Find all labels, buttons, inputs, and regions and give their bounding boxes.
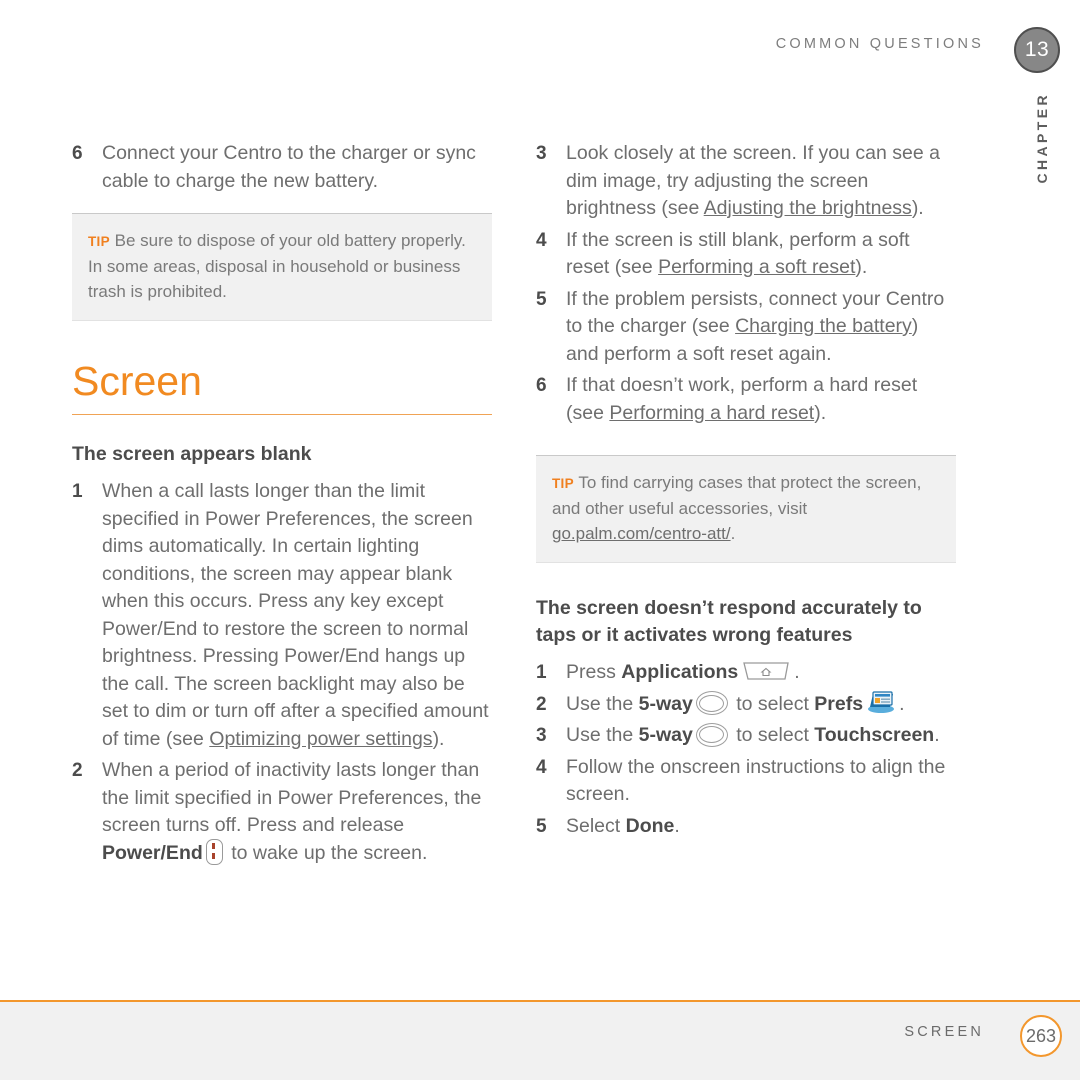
step-number: 2 [72, 760, 83, 781]
list-item: 5 If the problem persists, connect your … [536, 286, 956, 369]
step-text: Press Applications. [566, 659, 956, 687]
prefs-app-icon [866, 690, 896, 714]
app-name-label: Prefs [814, 692, 864, 715]
step-number: 5 [536, 815, 547, 837]
cross-reference-link[interactable]: Charging the battery [735, 315, 912, 337]
subheading: The screen appears blank [72, 443, 312, 465]
list-item: 4 If the screen is still blank, perform … [536, 227, 956, 282]
step-text-part3: . [899, 692, 905, 715]
step-number: 6 [536, 375, 547, 396]
step-text: If the screen is still blank, perform a … [566, 227, 956, 282]
step-text-part1: When a call lasts longer than the limit … [102, 480, 489, 750]
step-text: Select Done. [566, 813, 956, 841]
step-text-part2: to wake up the screen. [225, 841, 428, 864]
list-item: 1 Press Applications. [536, 659, 956, 687]
list-item: 6 If that doesn’t work, perform a hard r… [536, 372, 956, 427]
step-number: 4 [536, 756, 547, 778]
list-item: 2 Use the 5-way to select Prefs. [536, 691, 956, 719]
step-text: When a call lasts longer than the limit … [102, 478, 492, 753]
step-text: If that doesn’t work, perform a hard res… [566, 372, 956, 427]
tip-text-part1: To find carrying cases that protect the … [552, 473, 922, 518]
five-way-nav-icon [695, 691, 728, 716]
step-text-part2: ). [855, 256, 868, 278]
step-number: 3 [536, 725, 547, 746]
footer-section-title: SCREEN [904, 1024, 984, 1040]
step-number: 5 [536, 288, 547, 310]
section-heading: Screen [72, 361, 492, 415]
step-text: Use the 5-way to select Prefs. [566, 691, 956, 719]
list-item: 1 When a call lasts longer than the limi… [72, 478, 492, 753]
list-item: 3 Use the 5-way to select Touchscreen. [536, 722, 956, 750]
step-number: 4 [536, 229, 547, 251]
right-steps-top-list: 3 Look closely at the screen. If you can… [536, 140, 956, 427]
cross-reference-link[interactable]: Adjusting the brightness [704, 197, 912, 219]
subheading: The screen doesn’t respond accurately to… [536, 597, 922, 646]
step-text-part1: Use the [566, 692, 639, 715]
tip-label: TIP [88, 234, 110, 249]
step-number: 3 [536, 143, 547, 164]
step-number: 1 [72, 481, 83, 502]
button-name-label: Done [625, 814, 675, 837]
right-column: 3 Look closely at the screen. If you can… [536, 140, 956, 871]
step-number: 6 [72, 143, 83, 164]
step-text-part3: . [934, 724, 940, 746]
step-text-part1: Press [566, 661, 622, 683]
power-end-key-icon [205, 839, 223, 866]
key-name-label: 5-way [638, 724, 693, 746]
page-footer: SCREEN 263 [0, 1000, 1080, 1080]
key-name-label: 5-way [638, 692, 693, 715]
step-text-part1: When a period of inactivity lasts longer… [102, 759, 482, 836]
chapter-number-badge: 13 [1014, 27, 1060, 73]
tip-text: Be sure to dispose of your old battery p… [88, 231, 466, 301]
step-text: When a period of inactivity lasts longer… [102, 757, 492, 867]
list-item: 4 Follow the onscreen instructions to al… [536, 754, 956, 809]
step-number: 1 [536, 662, 547, 683]
tip-text-part2: . [730, 524, 736, 543]
five-way-nav-icon [695, 722, 728, 747]
applications-key-icon [742, 660, 790, 682]
setting-name-label: Touchscreen [814, 724, 935, 746]
cross-reference-link[interactable]: Performing a hard reset [609, 402, 814, 424]
left-steps-list: 1 When a call lasts longer than the limi… [72, 478, 492, 867]
cross-reference-link[interactable]: Performing a soft reset [658, 256, 855, 278]
tip-box: TIP To find carrying cases that protect … [536, 455, 956, 563]
step-text: Connect your Centro to the charger or sy… [102, 142, 476, 192]
step-text: Look closely at the screen. If you can s… [566, 140, 956, 223]
step-text-part2: . [674, 814, 680, 837]
step-text: Use the 5-way to select Touchscreen. [566, 722, 956, 750]
running-head-title: COMMON QUESTIONS [775, 36, 984, 52]
list-item: 6 Connect your Centro to the charger or … [72, 140, 492, 195]
step-text: Follow the onscreen instructions to alig… [566, 755, 946, 806]
step-text: If the problem persists, connect your Ce… [566, 286, 956, 369]
step-text-part2: ). [432, 727, 445, 750]
cross-reference-link[interactable]: Optimizing power settings [209, 728, 432, 750]
chapter-label-vertical: CHAPTER [1034, 92, 1050, 184]
external-url-link[interactable]: go.palm.com/centro-att/ [552, 524, 731, 543]
list-item: 2 When a period of inactivity lasts long… [72, 757, 492, 867]
right-steps-bottom-list: 1 Press Applications. 2 Use the 5-way to… [536, 659, 956, 840]
tip-box: TIP Be sure to dispose of your old batte… [72, 213, 492, 321]
list-item: 3 Look closely at the screen. If you can… [536, 140, 956, 223]
page-header: COMMON QUESTIONS 13 CHAPTER [0, 0, 1080, 183]
step-text-part2: ). [814, 401, 827, 424]
key-name-label: Applications [621, 661, 739, 683]
page-number-badge: 263 [1020, 1015, 1062, 1057]
tip-label: TIP [552, 476, 574, 491]
step-text-part1: Use the [566, 724, 639, 746]
step-text-part2: . [794, 661, 800, 683]
key-name-label: Power/End [102, 841, 203, 864]
step-number: 2 [536, 693, 547, 715]
step-text-part2: to select [730, 724, 815, 746]
step-text-part2: ). [911, 197, 924, 219]
left-column: 6 Connect your Centro to the charger or … [72, 140, 492, 871]
step-text-part1: Select [566, 814, 626, 837]
step-text-part2: to select [730, 692, 815, 715]
page-columns: 6 Connect your Centro to the charger or … [72, 140, 1008, 871]
list-item: 5 Select Done. [536, 813, 956, 841]
